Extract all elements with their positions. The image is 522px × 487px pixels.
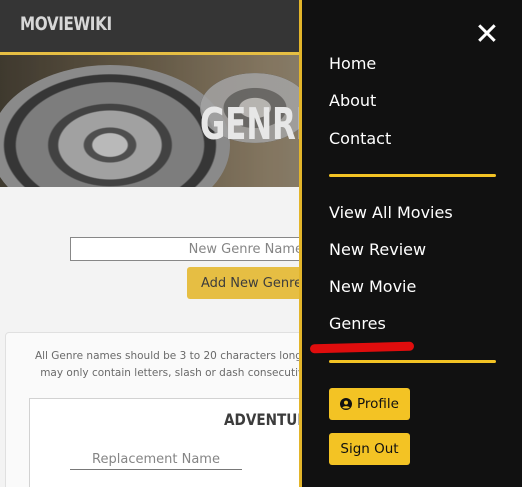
menu-item-about[interactable]: About: [329, 91, 376, 110]
page-dim-overlay[interactable]: [0, 0, 300, 487]
menu-item-new-movie[interactable]: New Movie: [329, 277, 416, 296]
menu-item-new-review[interactable]: New Review: [329, 240, 426, 259]
menu-divider-2: [329, 360, 496, 363]
menu-item-genres[interactable]: Genres: [329, 314, 386, 333]
sign-out-button[interactable]: Sign Out: [329, 433, 410, 465]
menu-item-home[interactable]: Home: [329, 54, 376, 73]
menu-item-contact[interactable]: Contact: [329, 129, 391, 148]
profile-button[interactable]: Profile: [329, 388, 410, 420]
user-circle-icon: [340, 398, 352, 410]
close-icon[interactable]: ✕: [474, 20, 500, 50]
menu-item-view-all-movies[interactable]: View All Movies: [329, 203, 453, 222]
profile-label: Profile: [357, 396, 399, 412]
menu-divider-1: [329, 174, 496, 177]
